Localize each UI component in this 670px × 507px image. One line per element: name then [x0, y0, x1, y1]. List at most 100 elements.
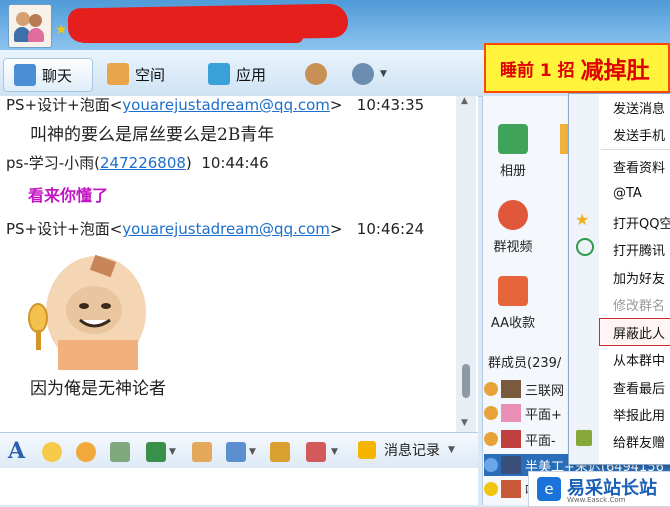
- message-time: 10:43:35: [356, 96, 425, 114]
- app-group-video[interactable]: 群视频: [478, 200, 548, 255]
- tab-apps-label: 应用: [236, 65, 267, 84]
- sender-link[interactable]: youarejustadream@qq.com: [122, 96, 330, 114]
- member-item[interactable]: 平面+: [484, 402, 562, 424]
- menu-separator: [601, 149, 670, 150]
- sender-name: PS+设计+泡面<: [6, 220, 123, 238]
- chat-history[interactable]: PS+设计+泡面<youarejustadream@qq.com> 10:43:…: [0, 96, 478, 432]
- menu-item-add-friend[interactable]: 加为好友: [613, 268, 665, 287]
- doodle-icon[interactable]: [110, 442, 130, 462]
- member-name: 平面+: [525, 407, 562, 423]
- chevron-down-icon: ▼: [448, 445, 455, 455]
- chat-icon: [14, 64, 36, 86]
- tab-chat-label: 聊天: [42, 66, 73, 85]
- sender-name: PS+设计+泡面<: [6, 96, 123, 114]
- add-member-button[interactable]: [305, 58, 333, 90]
- sender-bracket: >: [329, 96, 343, 114]
- tab-chat[interactable]: 聊天: [3, 58, 93, 92]
- sender-link[interactable]: 247226808: [100, 154, 186, 172]
- scroll-down-arrow-icon[interactable]: ▼: [461, 418, 468, 428]
- watermark-logo-icon: e: [537, 477, 561, 501]
- menu-item-edit-group-card: 修改群名: [613, 299, 666, 314]
- menu-item-open-tencent[interactable]: 打开腾讯: [613, 240, 665, 259]
- message-history-button[interactable]: 消息记录 ▼: [358, 440, 455, 460]
- site-watermark: e 易采站长站 Www.Easck.Com: [528, 471, 670, 507]
- group-avatar[interactable]: [8, 4, 52, 48]
- chat-scrollbar[interactable]: ▲ ▼: [456, 96, 476, 432]
- image-icon[interactable]: [146, 442, 166, 462]
- sender-bracket: ): [185, 154, 192, 172]
- chevron-down-icon: ▼: [380, 69, 387, 79]
- sender-name: ps-学习-小雨(: [6, 154, 101, 172]
- app-album-label: 相册: [499, 164, 526, 179]
- message-time: 10:44:46: [201, 154, 269, 172]
- message-text: 因为俺是无神论者: [30, 379, 166, 399]
- member-name: 三联网: [525, 383, 565, 399]
- menu-item-gift[interactable]: 给群友赠: [613, 432, 665, 451]
- message-header: ps-学习-小雨(247226808) 10:44:46: [6, 152, 269, 173]
- menu-item-remove-from-group[interactable]: 从本群中: [613, 350, 665, 369]
- scroll-up-arrow-icon[interactable]: ▲: [461, 96, 468, 106]
- menu-item-report[interactable]: 举报此用: [613, 405, 665, 424]
- more-tools-icon[interactable]: [306, 442, 326, 462]
- scrollbar-thumb[interactable]: [462, 364, 470, 398]
- magic-emoji-icon[interactable]: [76, 442, 96, 462]
- emoji-icon[interactable]: [42, 442, 62, 462]
- message-history-label: 消息记录: [384, 443, 440, 459]
- tab-space[interactable]: 空间: [107, 58, 165, 90]
- menu-item-view-profile[interactable]: 查看资料: [613, 157, 665, 176]
- qzone-star-icon: ★: [575, 210, 590, 229]
- history-icon: [358, 441, 376, 459]
- menu-item-open-qzone[interactable]: 打开QQ空: [613, 213, 670, 232]
- font-icon[interactable]: A: [8, 438, 25, 464]
- app-album[interactable]: 相册: [478, 124, 548, 179]
- message-header: PS+设计+泡面<youarejustadream@qq.com> 10:43:…: [6, 96, 424, 115]
- star-icon: ★: [55, 22, 68, 38]
- app-aa-payment-label: AA收款: [490, 316, 536, 331]
- menu-item-send-sms[interactable]: 发送手机: [613, 125, 665, 144]
- watermark-url: Www.Easck.Com: [567, 496, 626, 504]
- ad-banner[interactable]: 睡前 1 招 减掉肚: [484, 43, 670, 93]
- vote-icon[interactable]: [270, 442, 290, 462]
- settings-button[interactable]: ▼: [352, 58, 387, 90]
- menu-item-view-last[interactable]: 查看最后: [613, 378, 665, 397]
- member-name: 平面-: [525, 433, 556, 449]
- menu-icon-gutter: [569, 94, 599, 464]
- more-tools-dropdown-icon[interactable]: ▼: [331, 447, 338, 457]
- member-item[interactable]: 三联网: [484, 378, 564, 400]
- ad-banner-big-text: 减掉肚: [580, 58, 650, 84]
- message-header: PS+设计+泡面<youarejustadream@qq.com> 10:46:…: [6, 218, 424, 239]
- screenshot-dropdown-icon[interactable]: ▼: [249, 447, 256, 457]
- menu-item-block-user[interactable]: 屏蔽此人: [613, 323, 665, 342]
- sender-bracket: >: [329, 220, 343, 238]
- video-icon: [498, 200, 528, 230]
- album-icon: [498, 124, 528, 154]
- message-input[interactable]: [0, 468, 478, 505]
- member-item[interactable]: 平面-: [484, 428, 556, 450]
- input-toolbar: A ▼ ▼ ▼ 消息记录 ▼: [0, 432, 478, 469]
- message-text: 看来你懂了: [28, 186, 109, 205]
- music-icon[interactable]: [192, 442, 212, 462]
- gift-icon: [576, 430, 592, 446]
- add-friend-icon: [305, 63, 327, 85]
- wallet-icon: [498, 276, 528, 306]
- menu-item-mention[interactable]: @TA: [613, 186, 642, 201]
- apps-grid-icon: [208, 63, 230, 85]
- sender-link[interactable]: youarejustadream@qq.com: [122, 220, 330, 238]
- member-list-header: 群成员(239/: [488, 356, 562, 371]
- screenshot-icon[interactable]: [226, 442, 246, 462]
- menu-item-send-message[interactable]: 发送消息: [613, 98, 665, 117]
- member-context-menu: 发送消息 发送手机 查看资料 @TA ★ 打开QQ空 打开腾讯 加为好友 修改群…: [568, 93, 670, 465]
- message-text: 叫神的要么是屌丝要么是2B青年: [30, 125, 275, 145]
- house-icon: [107, 63, 129, 85]
- redacted-title-mark-lower: [78, 31, 303, 43]
- tab-space-label: 空间: [135, 65, 166, 84]
- app-aa-payment[interactable]: AA收款: [478, 276, 548, 331]
- tab-apps[interactable]: 应用: [208, 58, 266, 90]
- meme-sticker-image: [28, 254, 146, 370]
- message-time: 10:46:24: [356, 220, 425, 238]
- ad-banner-small-text: 睡前 1 招: [500, 60, 575, 81]
- app-group-video-label: 群视频: [493, 240, 533, 255]
- tencent-weibo-icon: [576, 238, 594, 256]
- gear-icon: [352, 63, 374, 85]
- image-dropdown-icon[interactable]: ▼: [169, 447, 176, 457]
